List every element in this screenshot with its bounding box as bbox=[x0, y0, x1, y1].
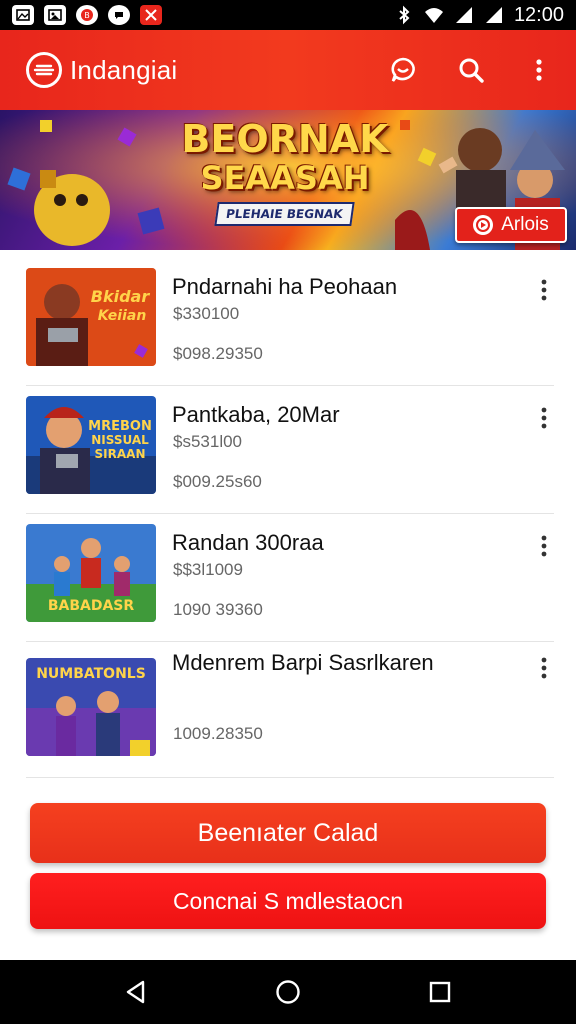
item-title: Pndarnahi ha Peohaan bbox=[172, 274, 398, 299]
back-icon[interactable] bbox=[116, 972, 156, 1012]
home-icon[interactable] bbox=[268, 972, 308, 1012]
svg-text:BABADASR: BABADASR bbox=[48, 598, 135, 614]
notification-icons: B bbox=[12, 5, 162, 25]
bluetooth-icon bbox=[399, 5, 410, 25]
banner-headline-line1: BEORNAK bbox=[181, 117, 389, 161]
app-bar-actions bbox=[388, 55, 554, 85]
search-icon[interactable] bbox=[456, 55, 486, 85]
app-title: Indangiai bbox=[70, 54, 178, 85]
svg-text:NISSUAL: NISSUAL bbox=[91, 433, 149, 447]
item-thumbnail: MREBON NISSUAL SIRAAN bbox=[26, 396, 156, 494]
item-thumbnail: NUMBATONLS bbox=[26, 658, 156, 756]
svg-text:MREBON: MREBON bbox=[88, 419, 152, 434]
item-title: Randan 300raa bbox=[172, 530, 324, 555]
item-more-icon[interactable] bbox=[534, 654, 554, 682]
item-meta: 1090 39360 bbox=[173, 600, 263, 619]
svg-text:Bkidar: Bkidar bbox=[91, 287, 151, 306]
item-thumbnail: Bkidar Keiian bbox=[26, 268, 156, 366]
tools-icon bbox=[140, 5, 162, 25]
svg-text:B: B bbox=[84, 11, 90, 20]
clock: 12:00 bbox=[513, 3, 564, 26]
message-icon[interactable] bbox=[388, 55, 418, 85]
item-more-icon[interactable] bbox=[534, 404, 554, 432]
svg-text:Keiian: Keiian bbox=[98, 308, 147, 324]
item-meta: $009.25s60 bbox=[173, 472, 262, 491]
app-bar: Indangiai bbox=[0, 30, 576, 110]
item-title: Mdenrem Barpi Sasrlkaren bbox=[172, 650, 434, 675]
banner-tag: PLEHAIE BEGNAK bbox=[214, 202, 355, 226]
banner-action-button[interactable]: Arlois bbox=[455, 207, 567, 243]
badge-icon: B bbox=[76, 5, 98, 25]
banner-headline-line2: SEAASAH bbox=[200, 159, 370, 197]
item-more-icon[interactable] bbox=[534, 276, 554, 304]
svg-text:SIRAAN: SIRAAN bbox=[95, 447, 146, 461]
item-meta: $098.29350 bbox=[173, 344, 263, 363]
play-icon bbox=[473, 215, 494, 235]
battery-icon bbox=[485, 7, 502, 23]
item-price: $330100 bbox=[173, 304, 240, 323]
item-price: $s531l00 bbox=[173, 432, 243, 451]
item-title: Pantkaba, 20Mar bbox=[172, 402, 340, 427]
wifi-icon bbox=[424, 8, 443, 23]
list-item[interactable]: MREBON NISSUAL SIRAAN Pantkaba, 20Mar $s… bbox=[26, 386, 554, 514]
list-item[interactable]: NUMBATONLS Mdenrem Barpi Sasrlkaren 1009… bbox=[26, 642, 554, 778]
system-status: 12:00 bbox=[394, 4, 564, 27]
signal-icon bbox=[455, 7, 472, 23]
item-list: Bkidar Keiian Pndarnahi ha Peohaan $3301… bbox=[0, 258, 576, 778]
primary-action-button[interactable]: Beenıater Calad bbox=[30, 803, 546, 863]
item-more-icon[interactable] bbox=[534, 532, 554, 560]
secondary-action-button[interactable]: Concnai S mdlestaocn bbox=[30, 873, 546, 929]
app-logo-icon bbox=[26, 52, 62, 88]
item-meta: 1009.28350 bbox=[173, 724, 263, 743]
item-price: $$3l1009 bbox=[173, 560, 243, 579]
item-thumbnail: BABADASR bbox=[26, 524, 156, 622]
app-screen: B 12:00 Indangiai BEORNAK SEAASAH PLEHAI… bbox=[0, 0, 576, 1024]
picture-icon bbox=[12, 5, 34, 25]
image-icon bbox=[44, 5, 66, 25]
chat-icon bbox=[108, 5, 130, 25]
svg-text:NUMBATONLS: NUMBATONLS bbox=[36, 666, 146, 682]
list-item[interactable]: Bkidar Keiian Pndarnahi ha Peohaan $3301… bbox=[26, 258, 554, 386]
status-bar: B 12:00 bbox=[0, 0, 576, 30]
banner-action-label: Arlois bbox=[501, 214, 549, 235]
banner-headline: BEORNAK SEAASAH bbox=[170, 118, 400, 196]
more-vert-icon[interactable] bbox=[524, 55, 554, 85]
list-item[interactable]: BABADASR Randan 300raa $$3l1009 1090 393… bbox=[26, 514, 554, 642]
system-nav-bar bbox=[0, 960, 576, 1024]
recents-icon[interactable] bbox=[420, 972, 460, 1012]
